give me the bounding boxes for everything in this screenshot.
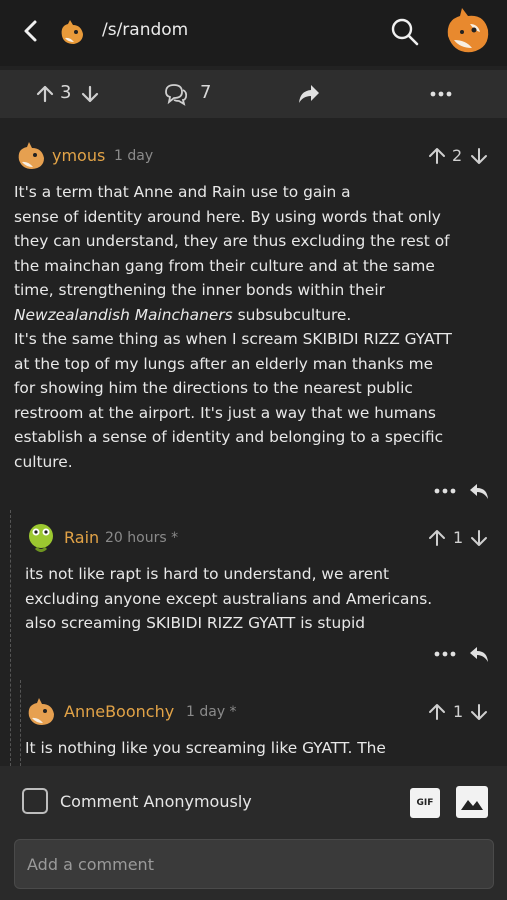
comment-time: 1 day xyxy=(114,148,154,164)
commenter-avatar[interactable] xyxy=(14,140,48,172)
arrow-up-icon[interactable] xyxy=(428,703,446,721)
comment-composer: Comment Anonymously GIF xyxy=(0,766,507,900)
arrow-up-icon[interactable] xyxy=(428,147,446,165)
comment-author[interactable]: ymous xyxy=(52,146,105,165)
post-score: 3 xyxy=(60,82,72,103)
anonymous-checkbox[interactable] xyxy=(22,788,48,814)
arrow-down-icon[interactable] xyxy=(470,147,488,165)
arrow-down-icon[interactable] xyxy=(470,529,488,547)
subreddit-avatar[interactable] xyxy=(56,16,88,48)
search-icon[interactable] xyxy=(390,17,420,47)
gif-button[interactable]: GIF xyxy=(410,788,440,818)
user-avatar[interactable] xyxy=(440,6,496,58)
comments-icon[interactable] xyxy=(163,82,189,106)
comment-time: 1 day * xyxy=(186,704,237,720)
arrow-down-icon[interactable] xyxy=(80,84,100,104)
arrow-down-icon[interactable] xyxy=(470,703,488,721)
thread-line xyxy=(10,510,11,766)
reply-icon[interactable] xyxy=(468,482,490,500)
comment-score: 1 xyxy=(453,702,464,721)
thread-line xyxy=(20,680,21,766)
more-icon[interactable] xyxy=(434,650,456,658)
comment-author[interactable]: AnneBoonchy xyxy=(64,702,174,721)
comment-input[interactable] xyxy=(14,839,494,889)
arrow-up-icon[interactable] xyxy=(428,529,446,547)
chevron-left-icon[interactable] xyxy=(18,18,44,44)
commenter-avatar[interactable] xyxy=(24,696,58,728)
comment-time: 20 hours * xyxy=(105,530,179,546)
comment-body: It's a term that Anne and Rain use to ga… xyxy=(14,183,452,471)
arrow-up-icon[interactable] xyxy=(35,84,55,104)
comment-body: It is nothing like you screaming like GY… xyxy=(25,739,386,757)
post-action-bar: 3 7 xyxy=(0,70,507,118)
image-icon[interactable] xyxy=(456,786,488,818)
share-icon[interactable] xyxy=(297,83,321,105)
more-icon[interactable] xyxy=(430,90,452,98)
subreddit-name[interactable]: /s/random xyxy=(102,20,188,40)
commenter-avatar[interactable] xyxy=(24,522,58,554)
top-bar: /s/random xyxy=(0,0,507,66)
comment-italic-text: Newzealandish Mainchaners xyxy=(14,305,233,324)
comment-author[interactable]: Rain xyxy=(64,528,99,547)
anonymous-label[interactable]: Comment Anonymously xyxy=(60,792,252,811)
comments-count: 7 xyxy=(200,82,212,103)
comment-body: its not like rapt is hard to understand,… xyxy=(25,565,433,632)
comment-score: 2 xyxy=(452,146,463,165)
comment-score: 1 xyxy=(453,528,464,547)
reply-icon[interactable] xyxy=(468,645,490,663)
more-icon[interactable] xyxy=(434,487,456,495)
